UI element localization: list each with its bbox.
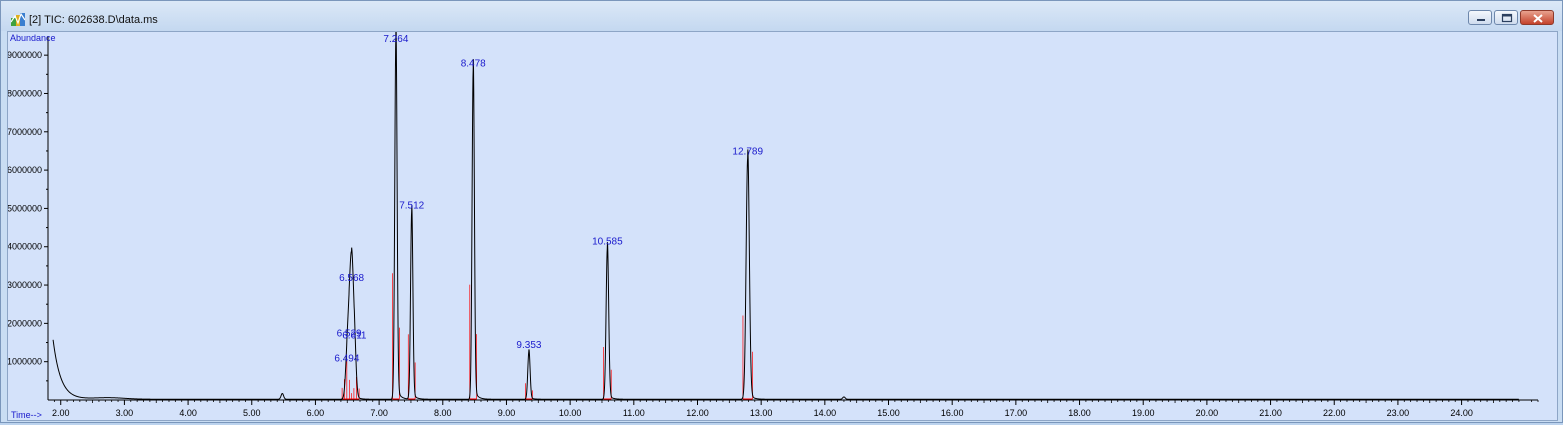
y-tick-label: 6000000 (8, 165, 42, 175)
y-tick-label: 1000000 (8, 357, 42, 367)
x-tick-label: 23.00 (1387, 408, 1410, 418)
x-tick-label: 17.00 (1005, 408, 1028, 418)
x-tick-label: 18.00 (1068, 408, 1091, 418)
y-tick-label: 8000000 (8, 88, 42, 98)
x-tick-label: 8.00 (434, 408, 452, 418)
x-tick-label: 11.00 (623, 408, 645, 418)
x-axis-label: Time--> (11, 410, 42, 420)
x-tick-label: 24.00 (1450, 408, 1473, 418)
x-tick-label: 21.00 (1259, 408, 1282, 418)
x-tick-label: 7.00 (370, 408, 388, 418)
peak-labels: 6.4946.5296.5686.6117.2647.5128.4789.353… (334, 34, 763, 365)
peak-label: 9.353 (516, 340, 541, 351)
x-tick-label: 13.00 (750, 408, 773, 418)
window-title: [2] TIC: 602638.D\data.ms (29, 14, 158, 26)
close-icon[interactable] (1520, 10, 1554, 25)
trace-group (52, 23, 1519, 400)
chromatogram-plot-area[interactable]: 1000000 2000000 3000000 4000000 5000000 60000… (7, 23, 1558, 421)
y-tick-label: 3000000 (8, 280, 42, 290)
y-tick-label: 9000000 (8, 50, 42, 60)
peak-label: 6.494 (334, 354, 359, 365)
x-tick-label: 4.00 (179, 408, 197, 418)
chromatogram-app-icon (11, 13, 25, 26)
x-tick-label: 22.00 (1323, 408, 1346, 418)
x-tick-label: 19.00 (1132, 408, 1155, 418)
x-tick-label: 15.00 (877, 408, 900, 418)
x-tick-label: 12.00 (686, 408, 709, 418)
y-tick-label: 2000000 (8, 318, 42, 328)
maximize-icon[interactable] (1494, 10, 1518, 25)
x-tick-label: 2.00 (52, 408, 70, 418)
x-tick-label: 20.00 (1196, 408, 1219, 418)
x-tick-label: 5.00 (243, 408, 261, 418)
chromatogram-trace (52, 23, 1519, 400)
title-bar[interactable]: [2] TIC: 602638.D\data.ms (1, 1, 1562, 31)
y-tick-label: 5000000 (8, 203, 42, 213)
minimize-icon[interactable] (1468, 10, 1492, 25)
integration-marks (341, 273, 753, 400)
x-tick-label: 10.00 (559, 408, 582, 418)
peak-label: 6.611 (342, 331, 367, 342)
peak-label: 7.264 (383, 34, 408, 45)
x-tick-label: 9.00 (498, 408, 516, 418)
x-tick-label: 3.00 (116, 408, 134, 418)
x-tick-label: 6.00 (307, 408, 325, 418)
window-controls (1468, 10, 1554, 27)
peak-label: 7.512 (399, 200, 424, 211)
y-axis-label: Abundance (10, 33, 56, 43)
y-axis: 1000000 2000000 3000000 4000000 5000000 60000… (7, 36, 49, 400)
x-axis: 2.00 3.00 4.00 5.00 6.00 7.00 8.00 9.00 10.00 11.… (48, 399, 1539, 418)
y-tick-label: 7000000 (8, 127, 42, 137)
chromatogram-chart[interactable]: 1000000 2000000 3000000 4000000 5000000 60000… (7, 23, 1557, 420)
peak-label: 6.568 (339, 273, 364, 284)
peak-label: 12.789 (732, 147, 763, 158)
y-tick-label: 4000000 (8, 242, 42, 252)
peak-label: 8.478 (461, 58, 486, 69)
peak-label: 10.585 (592, 237, 623, 248)
x-tick-label: 16.00 (941, 408, 964, 418)
x-tick-label: 14.00 (814, 408, 837, 418)
chromatogram-window: [2] TIC: 602638.D\data.ms 1000000 2000000… (0, 0, 1563, 423)
